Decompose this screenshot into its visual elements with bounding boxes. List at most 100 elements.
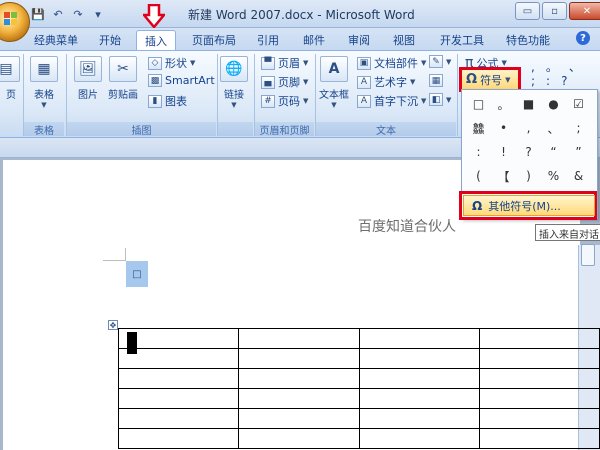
save-icon[interactable]: 💾	[30, 6, 46, 22]
table-cell[interactable]	[238, 408, 360, 429]
special-char[interactable]: 。	[546, 58, 558, 75]
symbol-cell[interactable]: )	[516, 164, 541, 188]
quickparts-button[interactable]: ▣ 文档部件 ▼	[357, 55, 426, 71]
symbol-cell[interactable]: (	[466, 164, 491, 188]
clipart-button[interactable]: ✂ 剪贴画	[108, 56, 138, 101]
minimize-button[interactable]: ▭	[515, 2, 540, 20]
pages-button[interactable]: ▤ 页	[0, 56, 20, 101]
datetime-button[interactable]: ▦	[429, 74, 443, 87]
table-cell[interactable]	[478, 368, 600, 389]
special-char[interactable]: ,	[531, 60, 535, 74]
symbol-cell[interactable]: :	[466, 140, 491, 164]
symbol-cell[interactable]: ■	[516, 92, 541, 116]
symbol-cell[interactable]: 。	[491, 92, 516, 116]
special-char[interactable]: ;	[531, 74, 535, 88]
symbol-cell[interactable]: &	[566, 164, 591, 188]
document-table[interactable]	[117, 328, 600, 449]
symbol-cell[interactable]: •	[491, 116, 516, 140]
links-button[interactable]: 🌐 链接 ▼	[220, 56, 248, 109]
tab-classic-menu[interactable]: 经典菜单	[28, 30, 84, 50]
textbox-button[interactable]: A 文本框 ▼	[319, 56, 349, 109]
chevron-down-icon: ▼	[231, 101, 237, 109]
picture-icon: 🖼	[74, 56, 102, 82]
tab-insert[interactable]: 插入	[136, 30, 176, 51]
tab-home[interactable]: 开始	[90, 30, 130, 50]
qat-customize-icon[interactable]: ▾	[90, 6, 106, 22]
table-cell[interactable]	[358, 328, 480, 349]
table-cell[interactable]	[238, 428, 360, 449]
special-char[interactable]: ?	[561, 74, 567, 88]
group-label-illustrations: 插图	[67, 122, 216, 137]
symbol-cell[interactable]: ☑	[566, 92, 591, 116]
table-cell[interactable]	[358, 348, 480, 369]
symbol-cell[interactable]: !	[491, 140, 516, 164]
footer-icon: ▄	[261, 75, 275, 89]
signature-line-button[interactable]: ✎ ▼	[429, 55, 451, 68]
smartart-button[interactable]: ▩ SmartArt	[148, 74, 215, 87]
special-char[interactable]: 、	[569, 58, 581, 75]
table-cell[interactable]	[238, 368, 360, 389]
signature-icon: ✎	[429, 55, 443, 68]
symbol-cell[interactable]: 、	[541, 116, 566, 140]
symbol-cell[interactable]: ●	[541, 92, 566, 116]
symbol-cell[interactable]: “	[541, 140, 566, 164]
table-cell[interactable]	[478, 328, 600, 349]
tab-developer[interactable]: 开发工具	[434, 30, 490, 50]
tab-mailings[interactable]: 邮件	[296, 30, 332, 50]
table-cell[interactable]	[478, 428, 600, 449]
table-button[interactable]: ▦ 表格 ▼	[30, 56, 58, 109]
table-cell[interactable]	[238, 388, 360, 409]
tab-review[interactable]: 审阅	[341, 30, 377, 50]
undo-icon[interactable]: ↶	[50, 6, 66, 22]
pages-label: 页	[6, 90, 16, 101]
more-symbols-item[interactable]: Ω 其他符号(M)...	[463, 195, 595, 216]
object-button[interactable]: ◧ ▼	[429, 93, 451, 106]
table-cell[interactable]	[117, 408, 240, 429]
more-symbols-label: 其他符号(M)...	[488, 199, 561, 213]
help-icon[interactable]: ?	[576, 31, 590, 45]
picture-button[interactable]: 🖼 图片	[74, 56, 102, 101]
table-cell[interactable]	[117, 368, 240, 389]
globe-link-icon: 🌐	[220, 56, 248, 82]
restore-button[interactable]: ▫	[542, 2, 567, 20]
tab-view[interactable]: 视图	[386, 30, 422, 50]
chevron-down-icon: ▼	[501, 59, 507, 67]
shapes-button[interactable]: ◇ 形状 ▼	[148, 55, 195, 71]
special-char[interactable]: :	[546, 74, 550, 88]
table-move-handle-icon[interactable]: ✥	[108, 320, 118, 330]
table-cell[interactable]	[358, 428, 480, 449]
table-cell[interactable]	[117, 428, 240, 449]
chart-button[interactable]: ▮ 图表	[148, 93, 187, 109]
table-cell[interactable]	[478, 348, 600, 369]
symbol-cell[interactable]: 【	[491, 164, 516, 188]
table-cell[interactable]	[238, 328, 360, 349]
footer-button[interactable]: ▄ 页脚 ▼	[261, 74, 308, 90]
wordart-button[interactable]: A 艺术字 ▼	[357, 74, 415, 90]
table-cell[interactable]	[358, 368, 480, 389]
scrollbar-thumb[interactable]	[581, 244, 595, 266]
chevron-down-icon: ▼	[421, 97, 427, 105]
tab-special-features[interactable]: 特色功能	[500, 30, 556, 50]
symbol-cell[interactable]: □	[466, 92, 491, 116]
symbol-cell[interactable]: ,	[516, 116, 541, 140]
close-button[interactable]: ✕	[569, 2, 600, 20]
table-cell[interactable]	[358, 388, 480, 409]
header-button[interactable]: ▀ 页眉 ▼	[261, 55, 308, 71]
tab-page-layout[interactable]: 页面布局	[186, 30, 242, 50]
table-cell[interactable]	[358, 408, 480, 429]
page-number-button[interactable]: # 页码 ▼	[261, 93, 308, 109]
symbol-cell[interactable]: %	[541, 164, 566, 188]
tab-references[interactable]: 引用	[250, 30, 286, 50]
table-cell[interactable]	[478, 388, 600, 409]
symbol-cell[interactable]: ;	[566, 116, 591, 140]
symbol-cell[interactable]: 䲜	[466, 116, 491, 140]
symbol-cell[interactable]: ?	[516, 140, 541, 164]
chevron-down-icon: ▼	[190, 59, 196, 67]
table-cell[interactable]	[478, 408, 600, 429]
dropcap-button[interactable]: A 首字下沉 ▼	[357, 93, 426, 109]
selected-symbol[interactable]: □	[126, 261, 148, 287]
table-cell[interactable]	[117, 388, 240, 409]
table-cell[interactable]	[238, 348, 360, 369]
redo-icon[interactable]: ↷	[70, 6, 86, 22]
symbol-cell[interactable]: ”	[566, 140, 591, 164]
